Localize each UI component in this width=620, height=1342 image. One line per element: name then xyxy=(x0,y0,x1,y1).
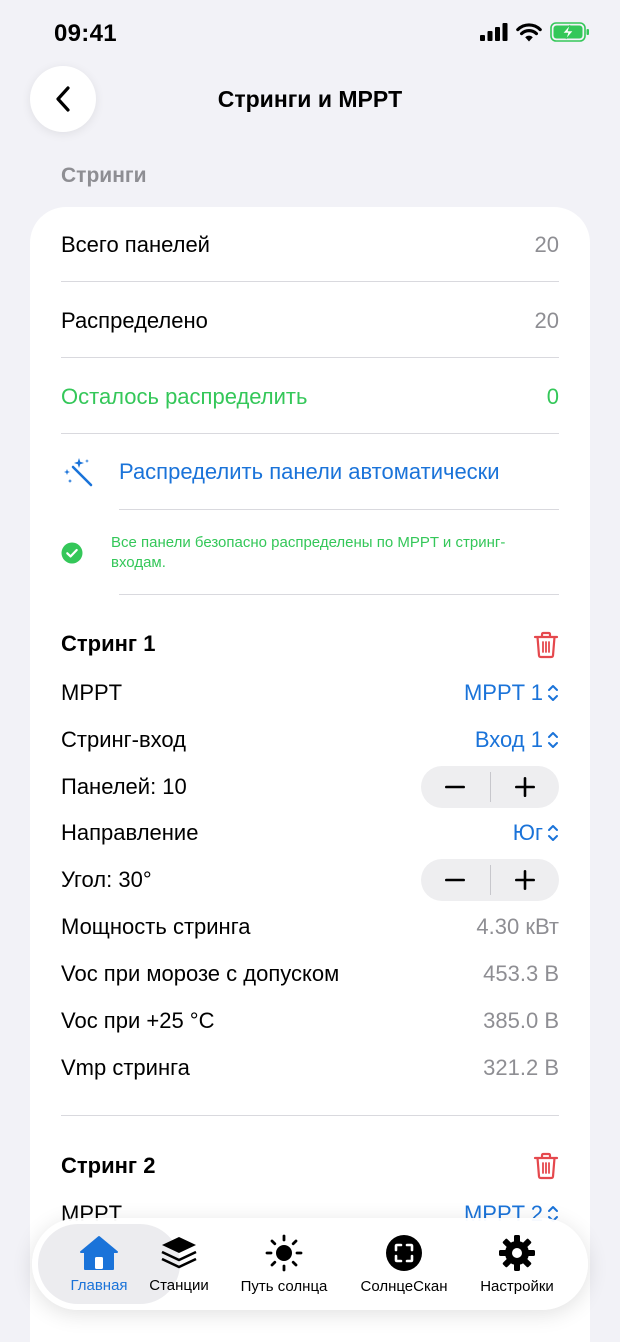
string-power-label: Мощность стринга xyxy=(61,914,251,939)
string-1-input-row: Стринг-вход Вход 1 xyxy=(61,723,559,757)
trash-icon[interactable] xyxy=(533,631,559,659)
status-bar: 09:41 xyxy=(0,0,620,64)
wifi-icon xyxy=(516,22,542,41)
layers-icon xyxy=(161,1236,197,1268)
tab-settings[interactable]: Настройки xyxy=(474,1218,560,1310)
tab-home[interactable]: Главная xyxy=(38,1218,160,1310)
angle-label: Угол: 30° xyxy=(61,867,152,892)
increment-button[interactable] xyxy=(491,859,560,901)
vmp-value: 321.2 В xyxy=(483,1055,559,1080)
voc-frost-value: 453.3 В xyxy=(483,961,559,986)
auto-distribute-button[interactable]: Распределить панели автоматически xyxy=(61,455,559,489)
chevron-up-down-icon xyxy=(548,732,558,748)
string-input-picker-value: Вход 1 xyxy=(474,727,543,752)
divider xyxy=(61,1115,559,1116)
string-1-voc-frost-row: Voc при морозе с допуском 453.3 В xyxy=(61,957,559,991)
tab-home-label: Главная xyxy=(70,1276,128,1294)
angle-stepper xyxy=(421,859,559,901)
trash-icon[interactable] xyxy=(533,1152,559,1180)
status-icons xyxy=(480,22,590,42)
distributed-value: 20 xyxy=(534,308,559,333)
string-1-title: Стринг 1 xyxy=(61,631,156,656)
chevron-up-down-icon xyxy=(548,685,558,701)
divider xyxy=(119,594,559,595)
string-2-title: Стринг 2 xyxy=(61,1153,156,1178)
mppt-picker[interactable]: MPPT 1 xyxy=(464,680,559,706)
divider xyxy=(61,281,559,282)
distribution-status-note: Все панели безопасно распределены по MPP… xyxy=(61,533,559,573)
vmp-label: Vmp стринга xyxy=(61,1055,190,1080)
string-1-angle-row: Угол: 30° xyxy=(61,857,559,903)
voc-frost-label: Voc при морозе с допуском xyxy=(61,961,340,986)
string-1-vmp-row: Vmp стринга 321.2 В xyxy=(61,1051,559,1085)
tab-bar: Главная Станции Путь солнца СолнцеСкан Н… xyxy=(32,1218,588,1310)
divider xyxy=(61,433,559,434)
string-1-panels-row: Панелей: 10 xyxy=(61,764,559,810)
page-title: Стринги и MPPT xyxy=(217,86,403,112)
tab-stations[interactable]: Станции xyxy=(146,1218,212,1310)
string-power-value: 4.30 кВт xyxy=(476,914,559,939)
mppt-label: MPPT xyxy=(61,680,123,705)
total-panels-row: Всего панелей 20 xyxy=(61,228,559,262)
remaining-label: Осталось распределить xyxy=(61,384,308,409)
distribution-status-text: Все панели безопасно распределены по MPP… xyxy=(111,534,506,571)
minus-icon xyxy=(445,785,466,789)
checkmark-circle-icon xyxy=(61,542,83,564)
string-1-direction-row: Направление Юг xyxy=(61,816,559,850)
total-panels-value: 20 xyxy=(534,232,559,257)
plus-icon xyxy=(514,777,535,797)
sun-icon xyxy=(265,1234,303,1271)
plus-icon xyxy=(514,870,535,890)
strings-card: Всего панелей 20 Распределено 20 Осталос… xyxy=(30,207,590,1342)
status-time: 09:41 xyxy=(54,20,117,47)
tab-stations-label: Станции xyxy=(149,1276,209,1294)
home-icon xyxy=(80,1235,118,1270)
cellular-signal-icon xyxy=(480,23,508,41)
decrement-button[interactable] xyxy=(421,766,490,808)
minus-icon xyxy=(445,878,466,882)
gear-icon xyxy=(499,1234,535,1271)
direction-picker-value: Юг xyxy=(512,820,543,845)
tab-sun-scan[interactable]: СолнцеСкан xyxy=(354,1218,454,1310)
battery-charging-icon xyxy=(550,22,589,42)
voc25-label: Voc при +25 °C xyxy=(61,1008,215,1033)
decrement-button[interactable] xyxy=(421,859,490,901)
magic-wand-icon xyxy=(64,458,93,487)
string-1-mppt-row: MPPT MPPT 1 xyxy=(61,676,559,710)
panels-stepper xyxy=(421,766,559,808)
string-1-power-row: Мощность стринга 4.30 кВт xyxy=(61,910,559,944)
string-1-voc25-row: Voc при +25 °C 385.0 В xyxy=(61,1004,559,1038)
remaining-row: Осталось распределить 0 xyxy=(61,380,559,414)
remaining-value: 0 xyxy=(546,384,559,409)
voc25-value: 385.0 В xyxy=(483,1008,559,1033)
string-input-picker[interactable]: Вход 1 xyxy=(475,727,559,753)
direction-label: Направление xyxy=(61,820,199,845)
tab-sun-scan-label: СолнцеСкан xyxy=(360,1277,448,1295)
scan-icon xyxy=(386,1234,422,1271)
panels-count-label: Панелей: 10 xyxy=(61,774,187,799)
total-panels-label: Всего панелей xyxy=(61,232,210,257)
tab-sun-path[interactable]: Путь солнца xyxy=(236,1218,332,1310)
mppt-picker-value: MPPT 1 xyxy=(463,680,543,705)
string-input-label: Стринг-вход xyxy=(61,727,187,752)
auto-distribute-label: Распределить панели автоматически xyxy=(119,459,500,484)
chevron-up-down-icon xyxy=(548,825,558,841)
tab-sun-path-label: Путь солнца xyxy=(240,1277,328,1295)
section-header-strings: Стринги xyxy=(61,164,147,187)
distributed-row: Распределено 20 xyxy=(61,304,559,338)
increment-button[interactable] xyxy=(491,766,560,808)
divider xyxy=(61,357,559,358)
distributed-label: Распределено xyxy=(61,308,208,333)
tab-settings-label: Настройки xyxy=(480,1277,554,1295)
direction-picker[interactable]: Юг xyxy=(513,820,559,846)
divider xyxy=(119,509,559,510)
